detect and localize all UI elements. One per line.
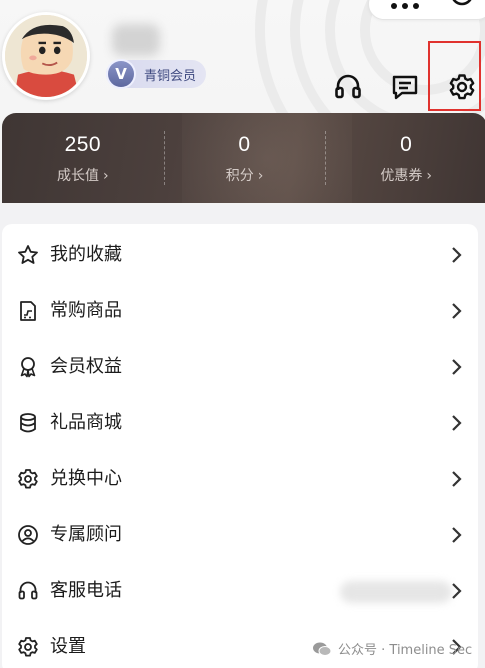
member-level-badge[interactable]: V 青铜会员 xyxy=(106,60,207,88)
avatar-image xyxy=(5,15,87,97)
stat-coupons-label: 优惠券 › xyxy=(380,168,432,184)
stat-points-value: 0 xyxy=(238,133,251,156)
menu-item-favorites[interactable]: 我的收藏 xyxy=(2,226,478,282)
stat-growth-label: 成长值 › xyxy=(57,168,109,184)
chevron-right-icon xyxy=(452,527,462,543)
customer-service-button[interactable] xyxy=(333,72,363,102)
cart-icon xyxy=(17,300,39,322)
avatar[interactable] xyxy=(2,12,90,100)
menu-item-gift-mall[interactable]: 礼品商城 xyxy=(2,394,478,450)
menu-item-label: 常购商品 xyxy=(50,300,122,321)
watermark-text: 公众号 · Timeline Sec xyxy=(338,643,473,658)
menu-item-redemption-center[interactable]: 兑换中心 xyxy=(2,450,478,506)
menu-list: 我的收藏 常购商品 会员权益 礼品商城 兑换中心 专属顾问 客服电话 设置 xyxy=(2,224,478,668)
menu-item-label: 设置 xyxy=(50,636,86,657)
message-icon xyxy=(392,75,418,100)
menu-item-label: 礼品商城 xyxy=(50,412,122,433)
menu-item-frequent-products[interactable]: 常购商品 xyxy=(2,282,478,338)
stat-coupons-value: 0 xyxy=(400,133,413,156)
menu-item-label: 专属顾问 xyxy=(50,524,122,545)
menu-item-member-benefits[interactable]: 会员权益 xyxy=(2,338,478,394)
phone-number-blurred xyxy=(340,581,452,603)
user-circle-icon xyxy=(17,524,39,546)
settings-highlight-box xyxy=(428,41,481,111)
chevron-right-icon xyxy=(452,247,462,263)
stats-bar: 250 成长值 › 0 积分 › 0 优惠券 › xyxy=(2,113,485,203)
database-icon xyxy=(17,412,39,434)
stat-coupons[interactable]: 0 优惠券 › xyxy=(325,113,485,203)
chevron-right-icon xyxy=(452,471,462,487)
menu-item-exclusive-advisor[interactable]: 专属顾问 xyxy=(2,506,478,562)
gear-icon xyxy=(17,636,39,658)
stat-points-label: 积分 › xyxy=(225,168,264,184)
more-menu-icon[interactable] xyxy=(391,3,419,9)
member-level-icon: V xyxy=(108,61,134,87)
member-level-label: 青铜会员 xyxy=(144,68,197,84)
mini-program-capsule xyxy=(368,0,485,20)
stat-growth-value: 250 xyxy=(64,133,102,156)
menu-item-customer-service-phone[interactable]: 客服电话 xyxy=(2,562,478,618)
gear-icon xyxy=(17,468,39,490)
medal-icon xyxy=(17,356,39,378)
chevron-right-icon xyxy=(452,583,462,599)
star-icon xyxy=(17,244,39,266)
close-mini-program-icon[interactable] xyxy=(451,0,473,11)
watermark: 公众号 · Timeline Sec xyxy=(312,639,472,658)
menu-item-label: 我的收藏 xyxy=(50,244,122,265)
headset-icon xyxy=(335,74,361,99)
chevron-right-icon xyxy=(452,359,462,375)
stat-growth[interactable]: 250 成长值 › xyxy=(2,113,164,203)
messages-button[interactable] xyxy=(390,72,420,102)
menu-item-label: 客服电话 xyxy=(50,580,122,601)
menu-item-label: 兑换中心 xyxy=(50,468,122,489)
chevron-right-icon xyxy=(452,415,462,431)
wechat-icon xyxy=(313,642,332,656)
username-blurred xyxy=(112,24,160,56)
stat-points[interactable]: 0 积分 › xyxy=(163,113,326,203)
chevron-right-icon xyxy=(452,303,462,319)
headset-icon xyxy=(17,580,39,602)
menu-item-label: 会员权益 xyxy=(50,356,122,377)
